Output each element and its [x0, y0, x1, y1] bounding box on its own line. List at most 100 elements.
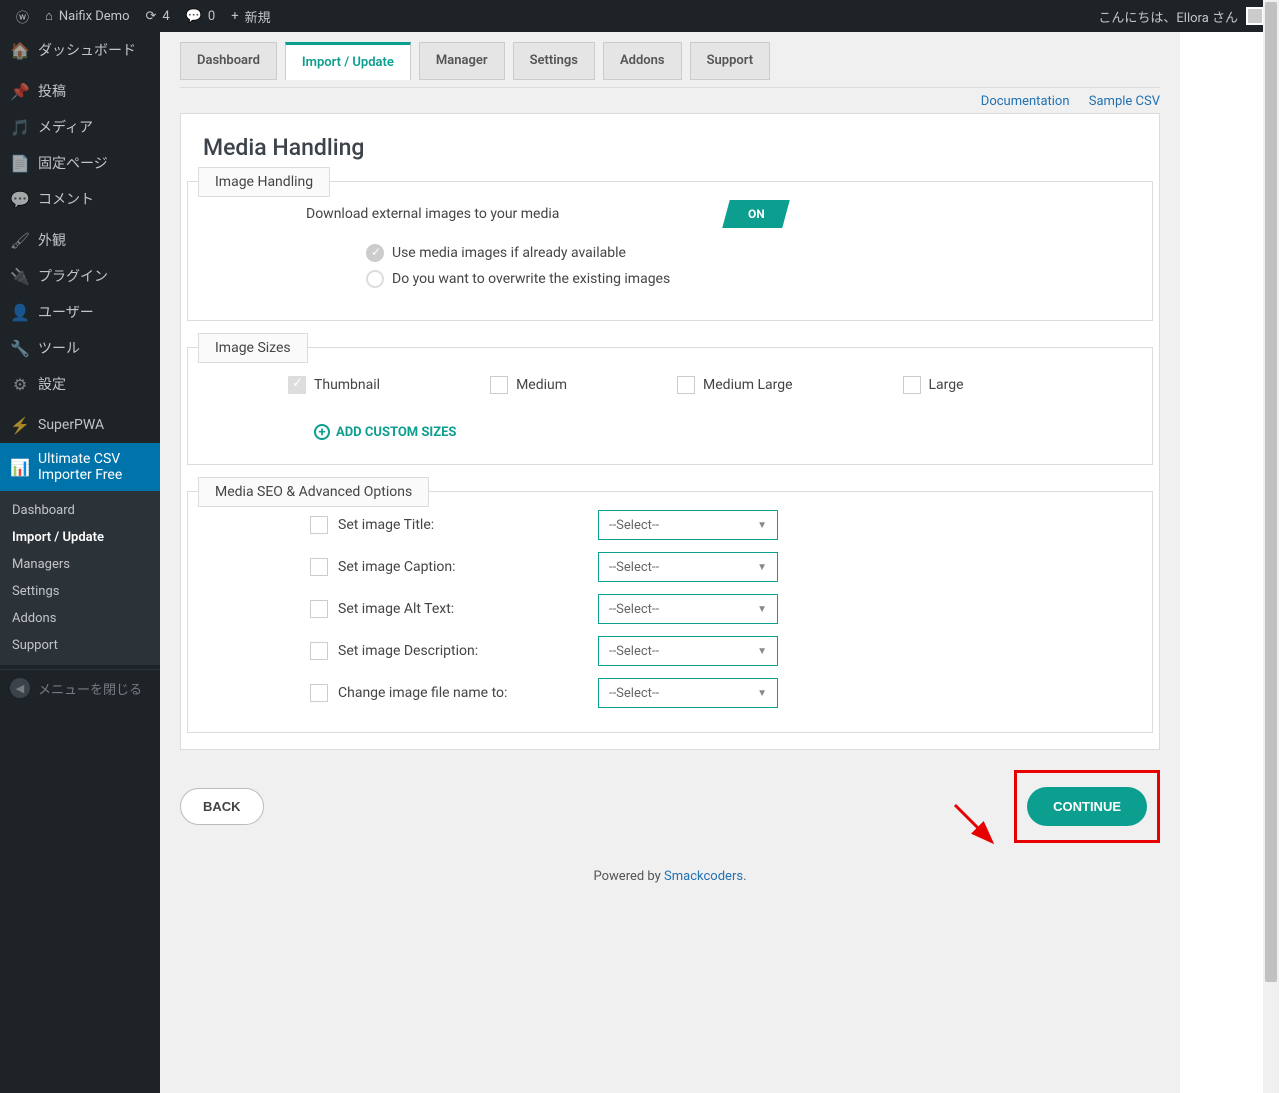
filename-select[interactable]: --Select--▼ [598, 678, 778, 708]
media-seo-legend: Media SEO & Advanced Options [198, 477, 429, 507]
description-check[interactable] [310, 642, 328, 660]
image-sizes-fieldset: Image Sizes Thumbnail Medium Medium Larg… [187, 347, 1153, 465]
menu-settings[interactable]: ⚙設定 [0, 366, 160, 402]
scrollbar-thumb[interactable] [1265, 32, 1277, 982]
download-toggle[interactable]: ON [722, 200, 790, 228]
submenu-addons[interactable]: Addons [0, 605, 160, 632]
page-title: Media Handling [203, 134, 1137, 161]
alt-label: Set image Alt Text: [338, 601, 598, 617]
collapse-menu[interactable]: ◀メニューを閉じる [0, 669, 160, 706]
tab-support[interactable]: Support [690, 42, 771, 80]
footer: Powered by Smackcoders. [180, 851, 1160, 902]
use-existing-label: Use media images if already available [392, 245, 626, 261]
overwrite-radio[interactable] [366, 270, 384, 288]
site-name-link[interactable]: ⌂ Naifix Demo [37, 0, 137, 32]
menu-tools[interactable]: 🔧ツール [0, 330, 160, 366]
menu-media[interactable]: 🎵メディア [0, 109, 160, 145]
tab-import[interactable]: Import / Update [285, 42, 411, 80]
comment-icon: 💬 [10, 189, 30, 209]
submenu-dashboard[interactable]: Dashboard [0, 497, 160, 524]
image-handling-legend: Image Handling [198, 167, 330, 197]
alt-select[interactable]: --Select--▼ [598, 594, 778, 624]
back-button[interactable]: BACK [180, 788, 264, 825]
media-handling-card: Media Handling Image Handling Download e… [180, 113, 1160, 750]
brush-icon: 🖌 [10, 230, 30, 250]
scrollbar[interactable]: ▲ [1263, 32, 1280, 1093]
checkbox-icon [677, 376, 695, 394]
title-check[interactable] [310, 516, 328, 534]
update-icon: ⟳ [146, 9, 157, 24]
sample-csv-link[interactable]: Sample CSV [1089, 94, 1160, 109]
greeting: こんにちは、Ellora さん [1098, 7, 1238, 26]
title-select[interactable]: --Select--▼ [598, 510, 778, 540]
user-menu[interactable]: こんにちは、Ellora さん [1098, 7, 1272, 26]
medium-large-check[interactable]: Medium Large [677, 376, 792, 394]
menu-dashboard[interactable]: 🏠ダッシュボード [0, 32, 160, 68]
caption-select[interactable]: --Select--▼ [598, 552, 778, 582]
medium-check[interactable]: Medium [490, 376, 567, 394]
user-icon: 👤 [10, 302, 30, 322]
tab-manager[interactable]: Manager [419, 42, 505, 80]
menu-posts[interactable]: 📌投稿 [0, 73, 160, 109]
update-count: 4 [162, 9, 169, 24]
wordpress-icon: ⓦ [16, 7, 29, 26]
settings-icon: ⚙ [10, 374, 30, 394]
overwrite-label: Do you want to overwrite the existing im… [392, 271, 670, 287]
menu-users[interactable]: 👤ユーザー [0, 294, 160, 330]
plug-icon: 🔌 [10, 266, 30, 286]
new-label: 新規 [245, 7, 271, 26]
menu-appearance[interactable]: 🖌外観 [0, 222, 160, 258]
site-name: Naifix Demo [59, 9, 130, 24]
menu-plugins[interactable]: 🔌プラグイン [0, 258, 160, 294]
alt-check[interactable] [310, 600, 328, 618]
doc-links: Documentation Sample CSV [180, 94, 1160, 109]
comment-icon: 💬 [186, 9, 202, 24]
use-existing-radio[interactable] [366, 244, 384, 262]
menu-comments[interactable]: 💬コメント [0, 181, 160, 217]
checkbox-icon [490, 376, 508, 394]
image-handling-fieldset: Image Handling Download external images … [187, 181, 1153, 321]
csv-submenu: Dashboard Import / Update Managers Setti… [0, 491, 160, 665]
download-external-label: Download external images to your media [206, 206, 726, 222]
tab-dashboard[interactable]: Dashboard [180, 42, 277, 80]
plus-circle-icon: + [314, 424, 330, 440]
menu-pages[interactable]: 📄固定ページ [0, 145, 160, 181]
csv-icon: 📊 [10, 457, 30, 477]
filename-check[interactable] [310, 684, 328, 702]
chevron-down-icon: ▼ [757, 646, 767, 657]
menu-superpwa[interactable]: ⚡SuperPWA [0, 407, 160, 443]
submenu-settings[interactable]: Settings [0, 578, 160, 605]
plugin-tabs: Dashboard Import / Update Manager Settin… [180, 42, 1160, 80]
tab-addons[interactable]: Addons [603, 42, 682, 80]
collapse-icon: ◀ [10, 678, 30, 698]
chevron-down-icon: ▼ [757, 604, 767, 615]
avatar-icon [1246, 7, 1264, 25]
caption-label: Set image Caption: [338, 559, 598, 575]
updates-link[interactable]: ⟳4 [138, 0, 178, 32]
large-check[interactable]: Large [903, 376, 964, 394]
thumbnail-check[interactable]: Thumbnail [288, 376, 380, 394]
tab-settings[interactable]: Settings [513, 42, 595, 80]
filename-label: Change image file name to: [338, 685, 598, 701]
wrench-icon: 🔧 [10, 338, 30, 358]
media-icon: 🎵 [10, 117, 30, 137]
comment-count: 0 [208, 9, 215, 24]
add-custom-sizes-button[interactable]: +ADD CUSTOM SIZES [206, 424, 1134, 440]
continue-button[interactable]: CONTINUE [1027, 787, 1147, 826]
menu-csv-importer[interactable]: 📊Ultimate CSV Importer Free [0, 443, 160, 491]
description-select[interactable]: --Select--▼ [598, 636, 778, 666]
description-label: Set image Description: [338, 643, 598, 659]
comments-link[interactable]: 💬0 [178, 0, 224, 32]
caption-check[interactable] [310, 558, 328, 576]
nav-buttons: BACK CONTINUE [180, 770, 1160, 851]
documentation-link[interactable]: Documentation [981, 94, 1070, 109]
wp-logo[interactable]: ⓦ [8, 0, 37, 32]
smackcoders-link[interactable]: Smackcoders [664, 869, 743, 884]
submenu-support[interactable]: Support [0, 632, 160, 659]
submenu-managers[interactable]: Managers [0, 551, 160, 578]
chevron-down-icon: ▼ [757, 688, 767, 699]
submenu-import[interactable]: Import / Update [0, 524, 160, 551]
new-content-link[interactable]: + 新規 [223, 0, 278, 32]
home-icon: ⌂ [45, 8, 53, 24]
plus-icon: + [231, 9, 238, 24]
